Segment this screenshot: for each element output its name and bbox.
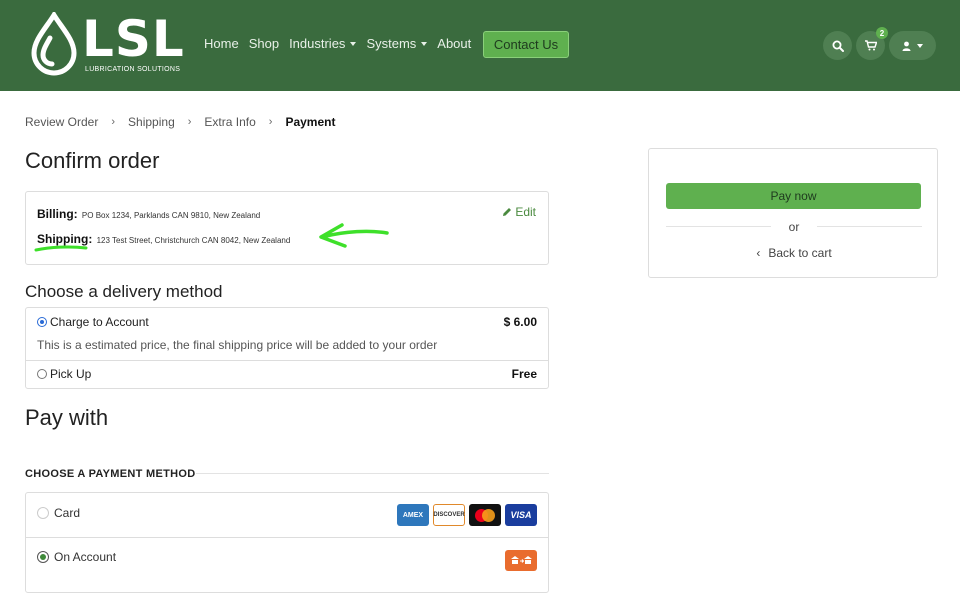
- delivery-title: Choose a delivery method: [25, 282, 223, 301]
- payment-label: Card: [54, 506, 81, 520]
- checkout-summary-panel: Pay now or ‹ Back to cart: [648, 148, 938, 278]
- mastercard-icon: [469, 504, 501, 526]
- payment-radio-on-account[interactable]: [37, 551, 49, 563]
- amex-icon: AMEX: [397, 504, 429, 526]
- bank-transfer-icon: [505, 550, 537, 571]
- or-separator: or: [788, 220, 800, 234]
- payment-option-card[interactable]: Card AMEX DISCOVER VISA: [26, 493, 548, 537]
- payment-method-heading: CHOOSE A PAYMENT METHOD: [25, 468, 196, 480]
- pay-with-title: Pay with: [25, 405, 109, 430]
- back-to-cart-label: Back to cart: [768, 246, 832, 260]
- delivery-label: Pick Up: [50, 367, 92, 381]
- card-brands: AMEX DISCOVER VISA: [397, 504, 537, 526]
- payment-label: On Account: [54, 550, 117, 564]
- delivery-label: Charge to Account: [50, 315, 149, 329]
- payment-radio-card[interactable]: [37, 507, 49, 519]
- delivery-option-charge-account[interactable]: Charge to Account $ 6.00 This is a estim…: [26, 308, 548, 360]
- back-to-cart-link[interactable]: ‹ Back to cart: [649, 246, 939, 260]
- divider: [196, 473, 549, 474]
- delivery-options: Charge to Account $ 6.00 This is a estim…: [25, 307, 549, 389]
- visa-icon: VISA: [505, 504, 537, 526]
- delivery-price: $ 6.00: [503, 315, 537, 329]
- delivery-option-pick-up[interactable]: Pick Up Free: [26, 361, 548, 389]
- payment-methods: Card AMEX DISCOVER VISA On Account: [25, 492, 549, 593]
- delivery-price: Free: [511, 367, 537, 381]
- payment-option-on-account[interactable]: On Account: [26, 538, 548, 593]
- discover-icon: DISCOVER: [433, 504, 465, 526]
- chevron-left-icon: ‹: [756, 246, 761, 260]
- delivery-radio-pick-up[interactable]: [37, 369, 47, 379]
- delivery-radio-charge-account[interactable]: [37, 317, 47, 327]
- delivery-note: This is a estimated price, the final shi…: [37, 338, 438, 352]
- pay-now-button[interactable]: Pay now: [666, 183, 921, 209]
